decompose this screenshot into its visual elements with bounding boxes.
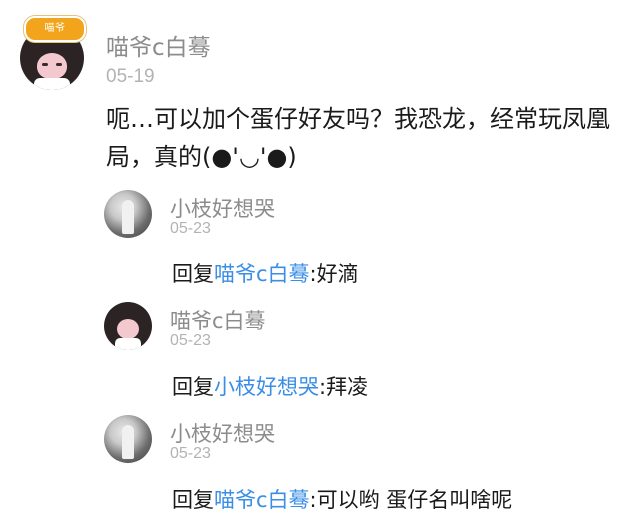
reply-avatar[interactable] xyxy=(104,190,152,238)
avatar-face xyxy=(117,319,139,339)
reply-avatar[interactable] xyxy=(104,302,152,350)
reply-body: :可以哟 蛋仔名叫啥呢 xyxy=(309,488,513,512)
avatar-collar xyxy=(115,338,141,350)
avatar-face xyxy=(37,53,67,79)
user-badge: 喵爷 xyxy=(24,16,86,42)
reply-prefix: 回复 xyxy=(172,488,214,512)
mention-link[interactable]: 喵爷c白蓦 xyxy=(214,262,310,286)
reply-text: 回复小枝好想哭:拜凌 xyxy=(172,371,368,401)
reply-body: :好滴 xyxy=(309,262,359,286)
reply-date: 05-23 xyxy=(170,220,211,237)
avatar-collar xyxy=(34,78,70,90)
main-comment-author[interactable]: 喵爷c白蓦 xyxy=(106,28,211,62)
reply-body: :拜凌 xyxy=(319,375,369,399)
reply-author[interactable]: 喵爷c白蓦 xyxy=(170,305,266,335)
main-comment-content: 呃…可以加个蛋仔好友吗？我恐龙，经常玩凤凰局，真的(●'◡'●) xyxy=(106,105,610,171)
mention-link[interactable]: 小枝好想哭 xyxy=(214,375,319,399)
reply-text: 回复喵爷c白蓦:可以哟 蛋仔名叫啥呢 xyxy=(172,484,512,514)
main-comment-date: 05-19 xyxy=(106,66,155,87)
reply-author[interactable]: 小枝好想哭 xyxy=(170,418,275,448)
reply-date: 05-23 xyxy=(170,445,211,462)
mention-link[interactable]: 喵爷c白蓦 xyxy=(214,488,310,512)
reply-author[interactable]: 小枝好想哭 xyxy=(170,193,275,223)
reply-text: 回复喵爷c白蓦:好滴 xyxy=(172,258,359,288)
reply-prefix: 回复 xyxy=(172,262,214,286)
avatar-figure xyxy=(122,425,134,459)
reply-date: 05-23 xyxy=(170,332,211,349)
reply-avatar[interactable] xyxy=(104,415,152,463)
reply-prefix: 回复 xyxy=(172,375,214,399)
avatar-figure xyxy=(122,200,134,234)
